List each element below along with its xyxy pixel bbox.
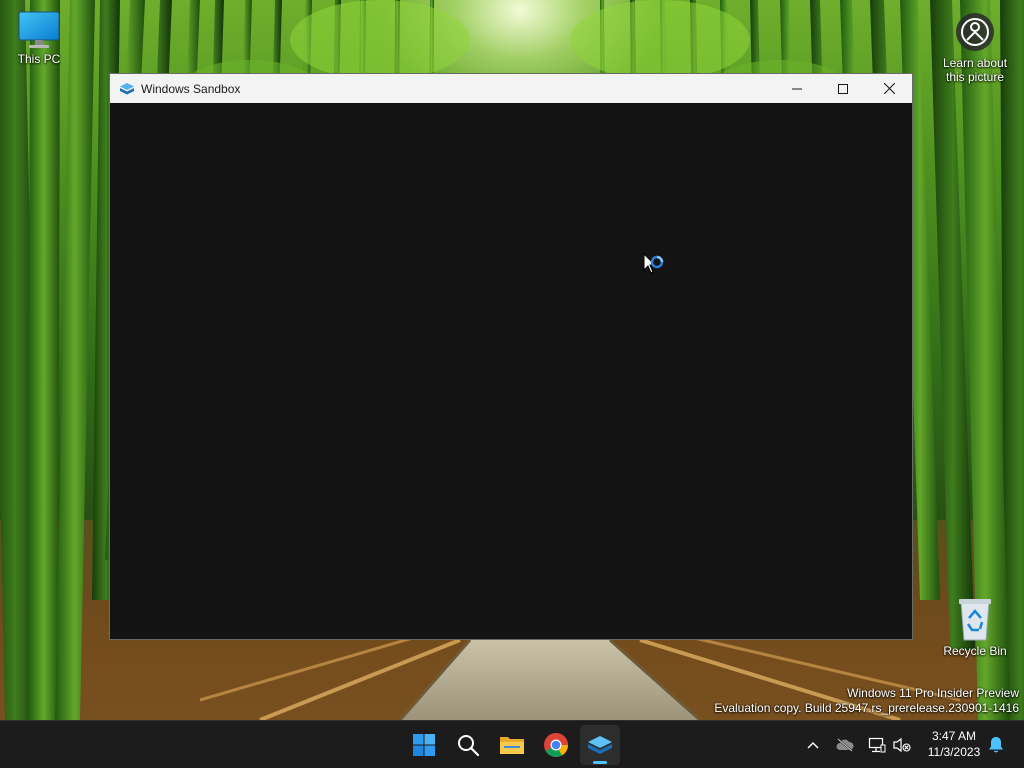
desktop-icon-learn-about-picture[interactable]: Learn about this picture <box>937 10 1013 84</box>
maximize-button[interactable] <box>820 74 866 103</box>
spotlight-camera-icon <box>956 13 994 51</box>
sandbox-app-icon <box>120 82 134 94</box>
sandbox-icon <box>588 736 612 754</box>
chrome-button[interactable] <box>536 725 576 765</box>
network-tray-button[interactable] <box>866 733 888 757</box>
desktop-icon-recycle-bin[interactable]: Recycle Bin <box>937 596 1013 658</box>
clock-time: 3:47 AM <box>931 729 977 743</box>
show-hidden-icons-button[interactable] <box>802 733 824 757</box>
maximize-icon <box>838 83 848 94</box>
this-pc-label: This PC <box>17 52 61 66</box>
busy-cursor-icon <box>643 253 664 274</box>
taskbar: 3:47 AM 11/3/2023 <box>0 720 1024 768</box>
title-bar[interactable]: Windows Sandbox <box>110 74 912 103</box>
search-icon <box>458 735 480 757</box>
sandbox-taskbar-button[interactable] <box>580 725 620 765</box>
minimize-icon <box>792 88 802 89</box>
active-app-indicator <box>593 761 607 764</box>
watermark-build: Evaluation copy. Build 25947.rs_prerelea… <box>714 701 1019 715</box>
bell-icon <box>989 737 1003 753</box>
notifications-button[interactable] <box>985 733 1007 757</box>
close-icon <box>883 83 895 94</box>
desktop-icon-this-pc[interactable]: This PC <box>1 10 77 66</box>
recycle-bin-label: Recycle Bin <box>943 644 1007 658</box>
close-button[interactable] <box>866 74 912 103</box>
search-button[interactable] <box>448 725 488 765</box>
minimize-button[interactable] <box>774 74 820 103</box>
windows-sandbox-window[interactable]: Windows Sandbox <box>109 73 913 640</box>
volume-tray-button[interactable] <box>891 733 913 757</box>
monitor-icon <box>18 11 60 48</box>
onedrive-tray-button[interactable] <box>834 733 856 757</box>
clock-button[interactable]: 3:47 AM 11/3/2023 <box>918 728 990 760</box>
start-button[interactable] <box>404 725 444 765</box>
volume-muted-icon <box>893 737 911 753</box>
network-icon <box>868 737 886 753</box>
file-explorer-button[interactable] <box>492 725 532 765</box>
chevron-up-icon <box>807 742 819 749</box>
folder-icon <box>500 737 524 754</box>
windows-logo-icon <box>413 734 435 756</box>
learn-label-line2: this picture <box>945 70 1005 84</box>
recycle-bin-icon <box>959 599 991 641</box>
window-controls <box>774 74 912 103</box>
cloud-offline-icon <box>836 738 854 752</box>
chrome-icon <box>544 733 568 758</box>
learn-label-line1: Learn about <box>942 56 1008 70</box>
window-title: Windows Sandbox <box>141 81 241 96</box>
sandbox-client-area[interactable] <box>110 103 912 639</box>
clock-date: 11/3/2023 <box>927 745 981 759</box>
watermark-edition: Windows 11 Pro Insider Preview <box>847 686 1019 700</box>
evaluation-watermark: Windows 11 Pro Insider Preview Evaluatio… <box>714 686 1019 716</box>
